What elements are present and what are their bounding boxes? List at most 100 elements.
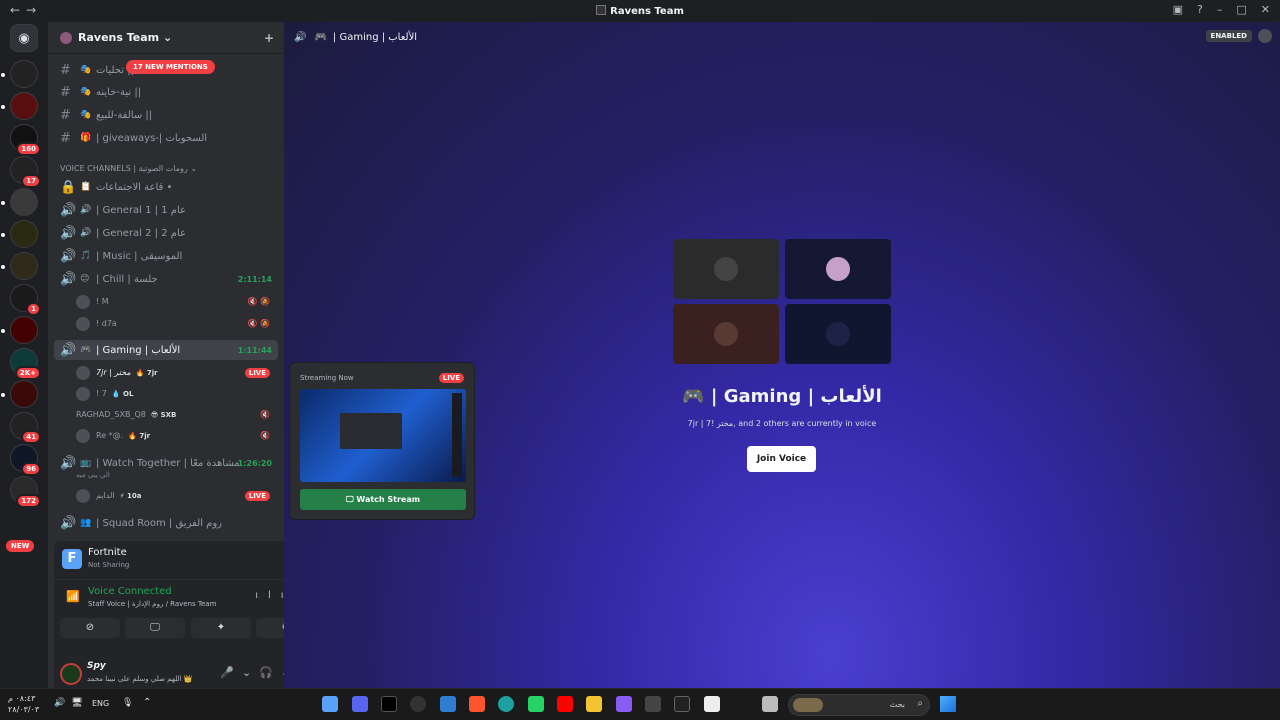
voice-user[interactable]: Re *@. 🔥 7jr 🔇 (76, 426, 276, 445)
server-icon-6[interactable] (1, 220, 38, 248)
text-channel[interactable]: # 🎁 | giveaways-| السحوبات (54, 128, 278, 148)
server-icon-1[interactable] (1, 60, 38, 88)
voice-channel[interactable]: 🔊 🔊 | General 1 | عام 1 (54, 200, 278, 220)
channel-timer: 1:11:44 (237, 345, 272, 355)
voice-user[interactable]: الدايم ⚡ 10a LIVE (76, 486, 276, 505)
brave-taskbar-icon[interactable] (469, 696, 485, 712)
tiktok-taskbar-icon[interactable] (381, 696, 397, 712)
system-tray-icons[interactable]: 🔊🖥 (54, 698, 89, 708)
voice-channel[interactable]: 🔊 🔊 | General 2 | عام 2 (54, 223, 278, 243)
voice-channel-chill[interactable]: 🔊 😊 | Chill | جلسة 2:11:14 (54, 269, 278, 289)
task-view-icon[interactable] (762, 696, 778, 712)
help-icon[interactable]: ? (1197, 3, 1203, 16)
server-icon-14[interactable]: 172 (10, 476, 41, 508)
copilot-taskbar-icon[interactable] (616, 696, 632, 712)
server-icon-13[interactable]: 96 (10, 444, 41, 476)
app-taskbar-icon[interactable] (440, 696, 456, 712)
windows-start-icon[interactable] (940, 696, 956, 712)
channel-name: قاعة الاجتماعات • (96, 181, 173, 193)
file-explorer-taskbar-icon[interactable] (586, 696, 602, 712)
channel-emoji: 🎁 (80, 133, 92, 143)
voice-user[interactable]: 7jr | مختر 🔥 7jr LIVE (76, 363, 276, 382)
server-icon-7[interactable] (1, 252, 38, 280)
app-icon (596, 5, 607, 15)
os-taskbar: ٠٨:٤٣ م ٢٨/٠٣/٠٣ 🔊🖥 ENG 🎙 ⌃ بحث ⌕ (0, 688, 1280, 720)
participant-tile[interactable] (673, 239, 779, 299)
fortnite-taskbar-icon[interactable] (322, 696, 338, 712)
voice-channel[interactable]: 🔒 📋 قاعة الاجتماعات • (54, 177, 278, 197)
stream-preview-image[interactable] (300, 389, 466, 482)
voice-user[interactable]: ! 7 💧 OL (76, 384, 276, 403)
chevron-up-icon[interactable]: ⌃ (143, 697, 151, 708)
server-icon-8[interactable]: 1 (10, 284, 41, 316)
enabled-badge[interactable]: ENABLED (1205, 30, 1252, 42)
watch-stream-button[interactable]: 🖵 Watch Stream (300, 489, 466, 510)
voice-status-channel[interactable]: Staff Voice | روم الإدارة / Ravens Team (88, 600, 216, 608)
voice-channel-watch-together[interactable]: 🔊 📺 | Watch Together | مشاهدة معًا 1:26:20 (54, 453, 278, 473)
participant-tile[interactable] (785, 239, 891, 299)
server-icon-9[interactable] (1, 316, 38, 344)
direct-messages-button[interactable]: ◉ (10, 24, 38, 52)
edge-taskbar-icon[interactable] (498, 696, 514, 712)
mention-badge: 17 (21, 174, 41, 188)
camera-off-button[interactable]: ⊘ (60, 618, 120, 638)
server-icon-4[interactable]: 17 (10, 156, 41, 188)
taskbar-search[interactable]: بحث ⌕ (788, 694, 930, 716)
voice-user[interactable]: ! M 🔇 🔕 (76, 292, 276, 311)
share-screen-button[interactable]: 🖵 (125, 618, 185, 638)
server-icon-10[interactable]: 2K+ (10, 348, 41, 380)
text-channel[interactable]: # 🎭 سالفة-للبيع || (54, 105, 278, 125)
account-username[interactable]: Spy (87, 661, 106, 671)
minimize-button[interactable]: – (1217, 3, 1223, 16)
add-user-icon[interactable]: + (264, 31, 274, 45)
category-label: VOICE CHANNELS | رومات الصوتية (60, 164, 188, 173)
speaker-icon: 🔊 (60, 515, 77, 531)
voice-channel-gaming[interactable]: 🔊 🎮 | Gaming | الألعاب 1:11:44 (54, 340, 278, 360)
participant-tile[interactable] (673, 304, 779, 364)
new-unreads-pill[interactable]: NEW (6, 540, 35, 552)
avatar (76, 294, 90, 309)
store-taskbar-icon[interactable] (645, 696, 661, 712)
server-icon-3[interactable]: 160 (10, 124, 41, 156)
microphone-icon[interactable]: 🎙 (122, 698, 133, 708)
epic-games-taskbar-icon[interactable] (674, 696, 690, 712)
unread-pip (1, 329, 5, 333)
signal-icon[interactable]: 📶 (66, 590, 80, 603)
mention-badge: 172 (16, 494, 41, 508)
channel-name: نية-خاينه || (96, 86, 142, 98)
activities-button[interactable]: ✦ (191, 618, 251, 638)
voice-user[interactable]: RAGHAD_SXB_Q8 😎 SXB 🔇 (76, 405, 276, 424)
capcut-taskbar-icon[interactable] (704, 696, 720, 712)
voice-user[interactable]: ! d7a 🔇 🔕 (76, 314, 276, 333)
app-taskbar-icon[interactable] (410, 696, 426, 712)
text-channel[interactable]: # 🎭 نية-خاينه || (54, 82, 278, 102)
youtube-taskbar-icon[interactable] (557, 696, 573, 712)
username: الدايم (96, 491, 115, 500)
clock-time: ٠٨:٤٣ م (8, 694, 36, 703)
server-header[interactable]: Ravens Team ⌄ + (48, 22, 284, 54)
voice-channel[interactable]: 🔊 🎵 | Music | الموسيقى (54, 246, 278, 266)
participant-tile[interactable] (785, 304, 891, 364)
screen-icon: 🖵 (345, 495, 357, 504)
voice-channel[interactable]: 🔊 👥 | Squad Room | روم الفريق (54, 513, 278, 533)
clock[interactable]: ٠٨:٤٣ م ٢٨/٠٣/٠٣ (8, 693, 39, 715)
discord-taskbar-icon[interactable] (352, 696, 368, 712)
inbox-icon[interactable]: ▣ (1173, 3, 1183, 16)
server-icon-2[interactable] (1, 92, 38, 120)
microphone-icon[interactable]: 🎤⌄ (220, 666, 259, 679)
new-mentions-pill[interactable]: 17 NEW MENTIONS (126, 60, 215, 74)
close-button[interactable]: ✕ (1261, 3, 1270, 16)
server-icon-12[interactable]: 41 (10, 412, 41, 444)
avatar[interactable] (60, 663, 82, 685)
profile-icon[interactable] (1258, 29, 1272, 43)
hash-icon: # (60, 62, 71, 78)
join-voice-button[interactable]: Join Voice (747, 446, 816, 472)
maximize-button[interactable]: □ (1236, 3, 1246, 16)
voice-status-title[interactable]: Voice Connected (88, 586, 172, 597)
server-icon-11[interactable] (1, 380, 38, 408)
server-name: Ravens Team (78, 31, 160, 44)
language-indicator[interactable]: ENG (92, 699, 109, 708)
voice-category-header[interactable]: VOICE CHANNELS | رومات الصوتية ⌄ (60, 164, 274, 173)
whatsapp-taskbar-icon[interactable] (528, 696, 544, 712)
server-icon-5[interactable] (1, 188, 38, 216)
